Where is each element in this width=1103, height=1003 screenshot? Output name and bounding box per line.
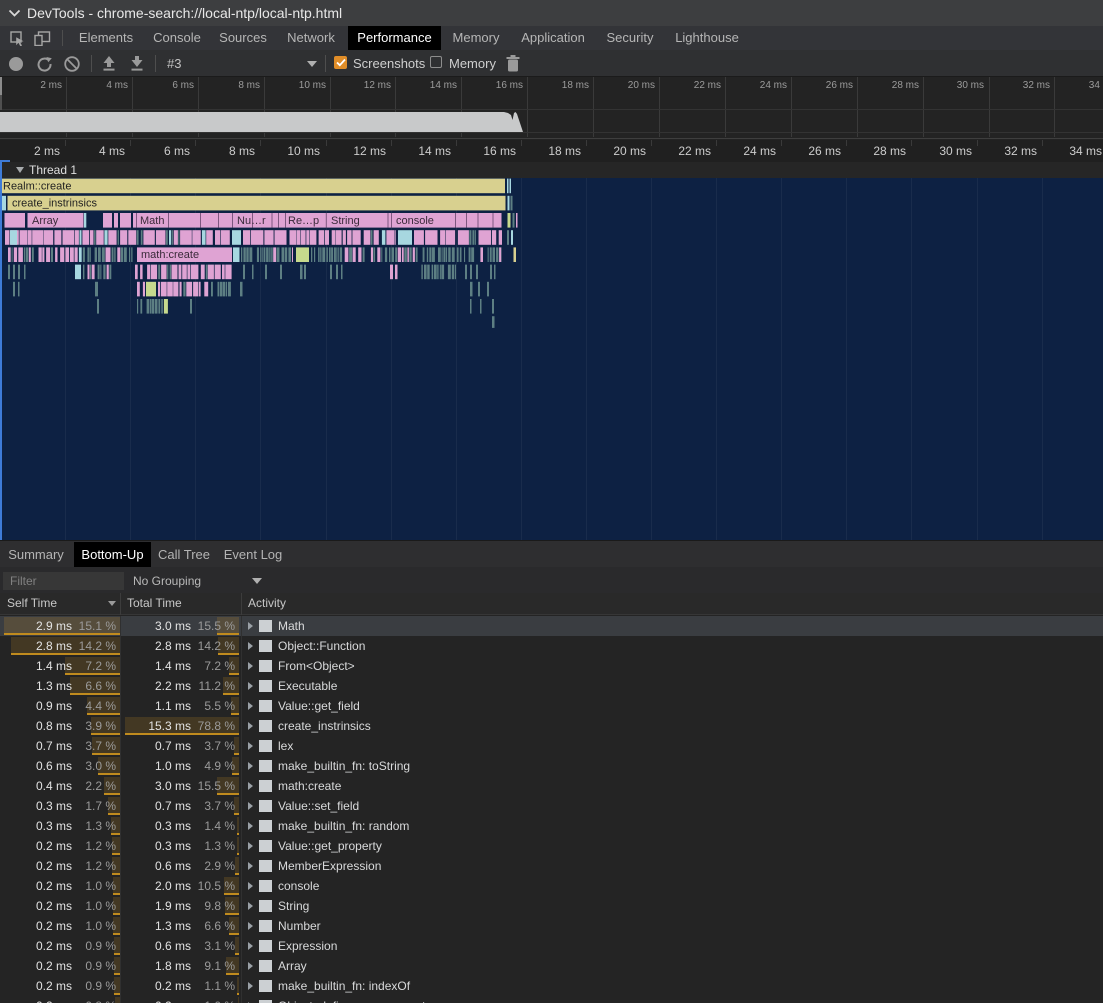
svg-text:Array: Array bbox=[32, 215, 59, 227]
svg-text:Nu…r: Nu…r bbox=[237, 215, 266, 227]
svg-text:Re…p: Re…p bbox=[288, 215, 319, 227]
svg-text:math:create: math:create bbox=[141, 249, 199, 261]
svg-text:create_instrinsics: create_instrinsics bbox=[12, 198, 97, 210]
svg-text:console: console bbox=[396, 215, 434, 227]
svg-text:Realm::create: Realm::create bbox=[3, 180, 71, 192]
svg-text:Math: Math bbox=[140, 215, 164, 227]
svg-text:String: String bbox=[331, 215, 360, 227]
